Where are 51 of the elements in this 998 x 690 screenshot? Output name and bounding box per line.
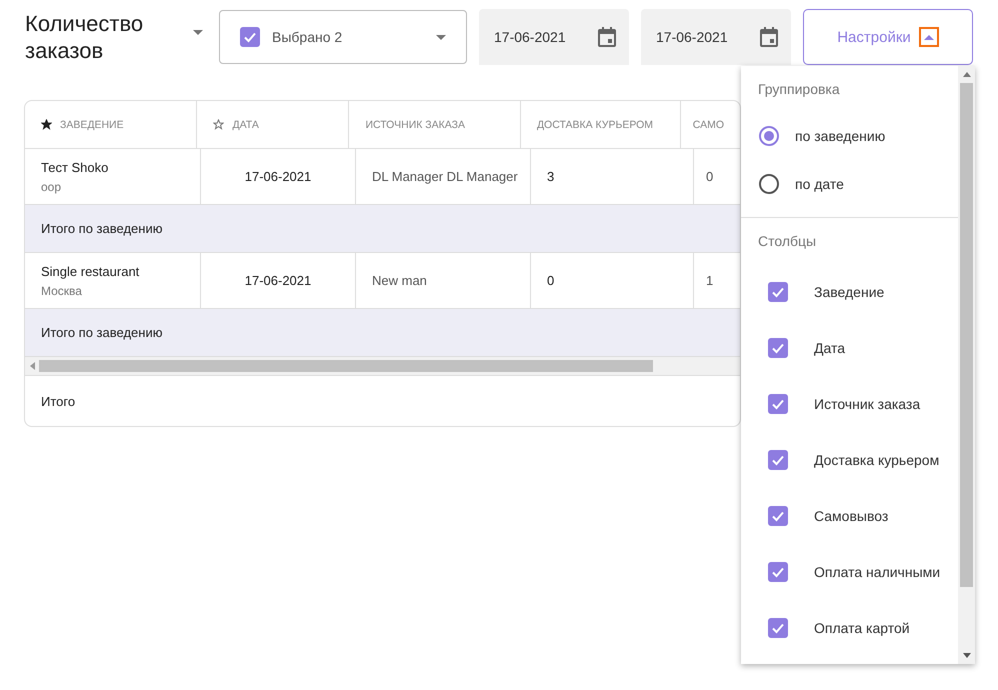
checkmark-icon (243, 30, 257, 44)
column-header[interactable]: ИСТОЧНИК ЗАКАЗА (349, 101, 521, 148)
column-header[interactable]: ДАТА (197, 101, 350, 148)
column-checkbox[interactable]: Доставка курьером (741, 432, 958, 488)
checkmark-icon (771, 341, 785, 355)
checkmark-icon (771, 453, 785, 467)
checkmark-icon (771, 509, 785, 523)
scrollbar[interactable] (25, 357, 740, 376)
scroll-up-icon[interactable] (962, 72, 970, 77)
table-cell: New man (356, 253, 531, 308)
date-field[interactable]: 17-06-2021 (479, 9, 629, 65)
total-row-text: Итого (40, 392, 76, 410)
date-field[interactable]: 17-06-2021 (641, 9, 791, 65)
scroll-down-icon[interactable] (962, 653, 970, 658)
checkmark-icon (771, 397, 785, 411)
table-cell-text: 1 (705, 272, 714, 290)
column-checkbox[interactable]: Оплата наличными (741, 544, 958, 600)
table-cell: 3 (531, 149, 694, 204)
caret-icon (436, 34, 446, 40)
column-checkbox[interactable]: Оплата картой (741, 600, 958, 656)
checkmark-icon (771, 621, 785, 635)
subtotal-row: Итого по заведению (25, 205, 740, 253)
column-header[interactable]: САМО (680, 101, 740, 148)
column-checkbox[interactable]: Заведение (741, 264, 958, 320)
column-checkbox[interactable]: Самовывоз (741, 488, 958, 544)
venue-select[interactable]: Выбрано 2 (219, 10, 467, 64)
checkmark-icon (771, 285, 785, 299)
section-title: Группировка (757, 80, 841, 99)
checkmark-icon (771, 565, 785, 579)
table-cell: 17-06-2021 (201, 253, 356, 308)
table-cell: DL Manager DL Manager (356, 149, 531, 204)
caret-icon[interactable] (193, 30, 203, 35)
table-cell-text: 0 (705, 168, 714, 186)
column-header[interactable]: ЗАВЕДЕНИЕ (25, 101, 198, 148)
checkbox[interactable] (240, 27, 260, 47)
calendar-icon (760, 27, 778, 47)
section-title: Столбцы (757, 232, 818, 251)
column-checkbox[interactable]: Дата (741, 320, 958, 376)
radio-option[interactable]: по дате (741, 160, 958, 208)
radio-option[interactable]: по заведению (741, 112, 958, 160)
table-cell: Single restaurant Москва (25, 253, 201, 308)
calendar-icon (598, 27, 616, 47)
column-header[interactable]: ДОСТАВКА КУРЬЕРОМ (520, 101, 681, 148)
column-checkbox[interactable]: Источник заказа (741, 376, 958, 432)
page-title: Количество заказов (25, 10, 144, 64)
table-cell: 17-06-2021 (201, 149, 356, 204)
table-cell: Тест Shoko оор (25, 149, 201, 204)
subtotal-row: Итого по заведению (25, 309, 740, 357)
scroll-left-icon[interactable] (29, 362, 35, 370)
table-cell: 0 (531, 253, 694, 308)
scrollbar[interactable] (958, 66, 975, 664)
